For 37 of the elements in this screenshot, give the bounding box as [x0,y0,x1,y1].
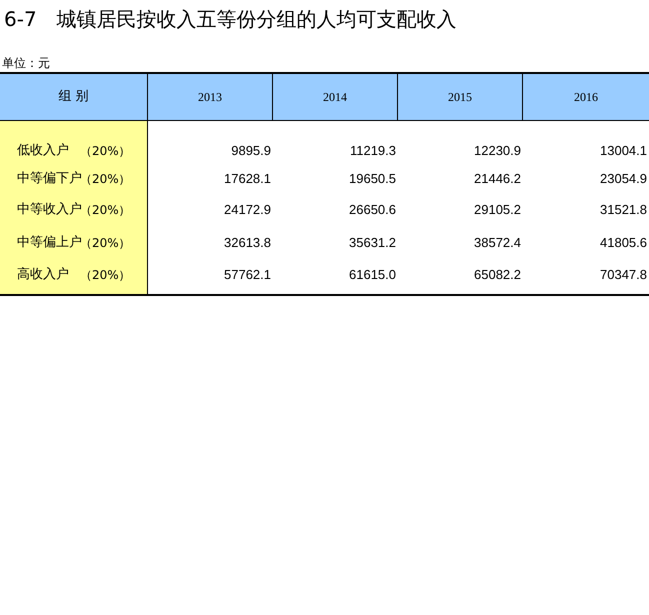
table-cell-text: 70347.8 [599,266,648,284]
column-header: 2016 [573,89,599,106]
table-cell-text: 24172.9 [223,200,272,219]
share-label: （20%） [80,202,131,218]
table-cell-text: 26650.6 [348,200,397,219]
table-cell-text: 31521.8 [599,200,648,219]
share-label: （20%） [80,143,131,160]
column-header: 组 别 [0,74,148,120]
group-label: 中等偏上户 [16,234,80,252]
table-cell-text: 57762.1 [223,266,272,284]
group-label: 低收入户 [16,142,70,160]
table-cell-text: 35631.2 [348,234,397,252]
table-title: 6-7 城镇居民按收入五等份分组的人均可支配收入 [3,6,458,33]
column-header: 2015 [398,74,523,120]
table-cell-text: 11219.3 [348,142,397,160]
table-cell-text: 19650.5 [348,170,397,188]
share-label: （20%） [80,236,131,252]
table-cell-text: 12230.9 [473,142,522,160]
table-cell-text: 23054.9 [599,170,648,188]
share-label: （20%） [80,172,131,188]
table-cell-text: 65082.2 [473,266,522,284]
table-cell-text: 41805.6 [599,234,648,252]
table-cell-text: 13004.1 [599,142,648,160]
table-cell-text: 9895.9 [230,142,272,160]
table-cell-text: 17628.1 [223,170,272,188]
column-header: 2013 [148,74,273,120]
table-cell-text: 32613.8 [223,234,272,252]
group-label: 中等收入户 [16,200,80,219]
column-header: 2014 [273,74,398,120]
share-label: （20%） [80,267,131,284]
table-cell-text: 61615.0 [348,266,397,284]
unit-label: 单位：元 [1,55,51,72]
table-cell-text: 21446.2 [473,170,522,188]
group-label: 高收入户 [16,266,70,284]
table-cell-text: 29105.2 [473,200,522,219]
group-label: 中等偏下户 [16,170,80,188]
table-cell-text: 38572.4 [473,234,522,252]
